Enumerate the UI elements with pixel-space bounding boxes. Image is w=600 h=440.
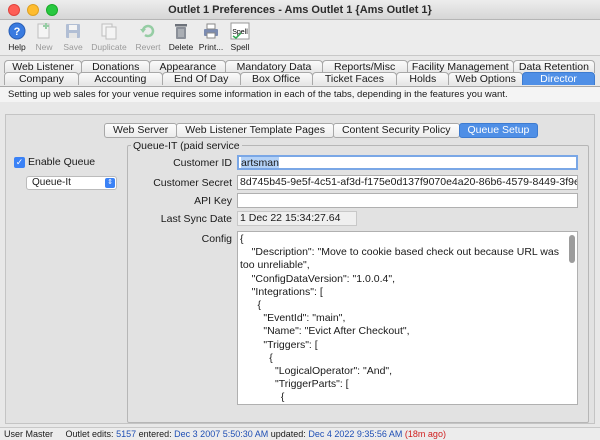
- customer-id-label: Customer ID: [173, 157, 232, 169]
- customer-secret-label: Customer Secret: [153, 177, 232, 189]
- spell-button[interactable]: Spell Spell: [226, 20, 254, 55]
- window-title: Outlet 1 Preferences - Ams Outlet 1 {Ams…: [168, 4, 432, 16]
- customer-id-value: artsman: [241, 157, 279, 169]
- tab-holds[interactable]: Holds: [396, 72, 450, 85]
- customer-secret-field[interactable]: 8d745b45-9e5f-4c51-af3d-f175e0d137f9070e…: [237, 175, 578, 190]
- subtab-queue-setup[interactable]: Queue Setup: [458, 123, 539, 138]
- config-textarea[interactable]: { "Description": "Move to cookie based c…: [237, 231, 578, 405]
- toolbar: ? Help New Save Duplicate Revert Delete: [0, 20, 600, 56]
- api-key-label: API Key: [194, 195, 232, 207]
- tab-box-office[interactable]: Box Office: [239, 72, 313, 85]
- tab-accounting[interactable]: Accounting: [77, 72, 163, 85]
- status-updated-date: Dec 4 2022 9:35:56 AM: [308, 429, 403, 439]
- minimize-window-button[interactable]: [27, 4, 39, 16]
- queue-provider-select[interactable]: Queue-It ⇕: [26, 176, 117, 190]
- tab-web-options[interactable]: Web Options: [448, 72, 524, 85]
- status-edits-label: Outlet edits:: [65, 429, 114, 439]
- api-key-field[interactable]: [237, 193, 578, 208]
- enable-queue-label: Enable Queue: [28, 156, 96, 168]
- status-user: User Master: [4, 429, 54, 439]
- help-icon: ?: [7, 22, 27, 40]
- enable-queue-checkbox-row[interactable]: ✓ Enable Queue: [14, 156, 95, 168]
- revert-icon: [138, 22, 158, 40]
- tab-ticket-faces[interactable]: Ticket Faces: [311, 72, 398, 85]
- svg-text:?: ?: [14, 26, 21, 38]
- subtab-content-security-policy[interactable]: Content Security Policy: [332, 123, 460, 138]
- duplicate-icon: [99, 22, 119, 40]
- duplicate-button[interactable]: Duplicate: [88, 20, 130, 55]
- config-label: Config: [201, 233, 232, 245]
- tab-end-of-day[interactable]: End Of Day: [161, 72, 241, 85]
- status-entered-label: entered:: [138, 429, 172, 439]
- save-button[interactable]: Save: [58, 20, 88, 55]
- save-icon: [63, 22, 83, 40]
- delete-button[interactable]: Delete: [166, 20, 196, 55]
- status-entered-date: Dec 3 2007 5:50:30 AM: [174, 429, 269, 439]
- print-icon: [201, 22, 221, 40]
- last-sync-date-label: Last Sync Date: [160, 213, 232, 225]
- queue-it-group-title: Queue-IT (paid service: [131, 140, 242, 152]
- last-sync-date-field: 1 Dec 22 15:34:27.64: [237, 211, 357, 226]
- close-window-button[interactable]: [8, 4, 20, 16]
- customer-id-field[interactable]: artsman: [237, 155, 578, 170]
- status-updated-label: updated:: [270, 429, 306, 439]
- enable-queue-checkbox[interactable]: ✓: [14, 156, 25, 168]
- delete-icon: [171, 22, 191, 40]
- status-edits-count: 5157: [116, 429, 137, 439]
- print-button[interactable]: Print...: [196, 20, 226, 55]
- tab-row-2: Company Accounting End Of Day Box Office…: [4, 72, 595, 85]
- title-bar: Outlet 1 Preferences - Ams Outlet 1 {Ams…: [0, 0, 600, 20]
- new-icon: [34, 22, 54, 40]
- chevron-updown-icon: ⇕: [105, 178, 115, 188]
- help-text: Setting up web sales for your venue requ…: [0, 86, 600, 102]
- spell-icon: Spell: [230, 22, 250, 40]
- status-updated-ago: (18m ago): [404, 429, 446, 439]
- tab-director[interactable]: Director: [522, 72, 595, 85]
- help-button[interactable]: ? Help: [4, 20, 30, 55]
- director-subtabs: Web Server Web Listener Template Pages C…: [104, 123, 539, 138]
- revert-button[interactable]: Revert: [130, 20, 166, 55]
- tab-company[interactable]: Company: [4, 72, 79, 85]
- new-button[interactable]: New: [30, 20, 58, 55]
- spell-icon-badge: Spell: [232, 29, 248, 36]
- subtab-web-listener-template-pages[interactable]: Web Listener Template Pages: [176, 123, 334, 138]
- queue-provider-value: Queue-It: [32, 177, 71, 188]
- status-bar: User Master Outlet edits: 5157 entered: …: [0, 427, 600, 440]
- maximize-window-button[interactable]: [46, 4, 58, 16]
- config-scrollbar-thumb[interactable]: [569, 235, 575, 263]
- subtab-web-server[interactable]: Web Server: [104, 123, 178, 138]
- config-scrollbar[interactable]: [568, 233, 576, 403]
- config-text: { "Description": "Move to cookie based c…: [240, 233, 559, 404]
